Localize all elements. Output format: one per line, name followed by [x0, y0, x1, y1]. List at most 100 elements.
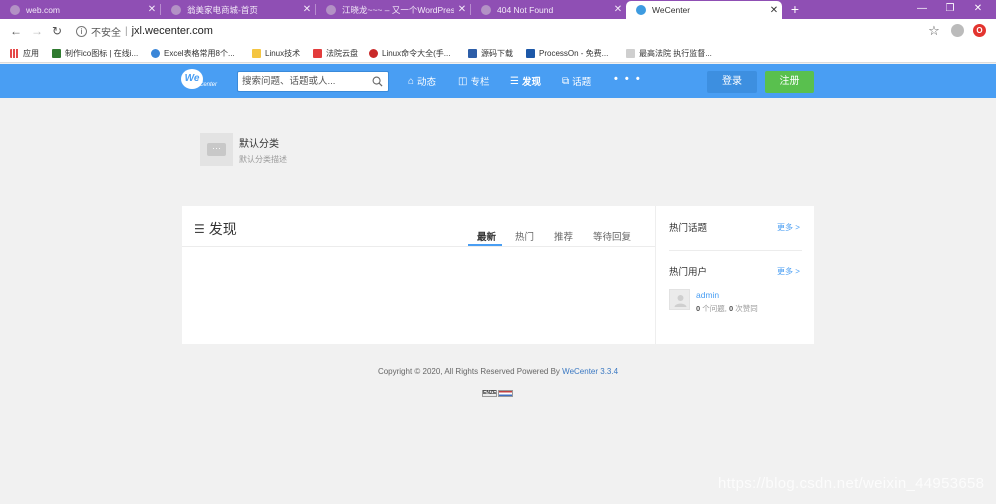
tab-recommended[interactable]: 推荐 [554, 229, 573, 243]
divider [182, 246, 655, 247]
sidebar: 热门话题 更多 > 热门用户 更多 > admin 0 个问题, 0 次赞同 [655, 206, 814, 344]
bookmark-label: 最高法院 执行监督... [639, 48, 712, 58]
bookmark-item[interactable]: Linux命令大全(手... [369, 46, 450, 60]
watermark: https://blog.csdn.net/weixin_44953658 [718, 475, 985, 492]
bookmark-favicon-icon [313, 48, 322, 58]
bookmark-label: 制作ico图标 | 在线i... [65, 48, 139, 58]
bookmark-item[interactable]: ProcessOn - 免费... [526, 46, 608, 60]
user-stats: 0 个问题, 0 次赞同 [696, 303, 758, 314]
nav-item-topic[interactable]: ⧉ 话题 [562, 64, 591, 98]
bookmark-label: Linux命令大全(手... [382, 48, 451, 58]
register-button[interactable]: 注册 [765, 71, 814, 93]
close-tab-icon[interactable]: ✕ [144, 4, 160, 15]
category-title[interactable]: 默认分类 [239, 135, 279, 150]
new-tab-button[interactable]: + [786, 0, 804, 19]
globe-icon [171, 4, 181, 15]
reload-icon[interactable]: ↻ [49, 23, 65, 39]
nav-label: 动态 [417, 77, 437, 88]
close-window-button[interactable]: ✕ [964, 0, 992, 19]
bookmark-item[interactable]: 最高法院 执行监督... [626, 46, 712, 60]
close-tab-icon[interactable]: ✕ [299, 4, 315, 15]
info-icon[interactable]: i [76, 25, 87, 37]
bookmark-label: 应用 [23, 48, 39, 58]
login-button[interactable]: 登录 [707, 71, 757, 93]
column-icon: ◫ [458, 75, 468, 87]
page-title-text: 发现 [208, 221, 237, 237]
tab-title: 江晓龙~~~ – 又一个WordPress [342, 4, 454, 15]
forward-arrow-icon[interactable]: → [29, 23, 45, 39]
browser-tab[interactable]: 404 Not Found ✕ [471, 0, 626, 19]
user-placeholder-icon [674, 295, 687, 307]
bookmark-apps[interactable]: 应用 [10, 46, 39, 60]
globe-icon [10, 4, 20, 15]
search-box [237, 71, 389, 92]
apps-grid-icon [10, 48, 19, 58]
discover-panel: ☰ 发现 最新 热门 推荐 等待回复 热门话题 更多 > 热门用户 更多 > a… [182, 206, 814, 344]
search-input[interactable] [242, 74, 370, 89]
omnibox[interactable]: i 不安全 | jxl.wecenter.com [76, 24, 213, 39]
profile-avatar-icon[interactable] [951, 24, 964, 37]
tab-title: WeCenter [652, 5, 691, 15]
user-name-link[interactable]: admin [696, 290, 719, 300]
bookmark-item[interactable]: Excel表格常用8个... [151, 46, 235, 60]
copyright-text: Copyright © 2020, All Rights Reserved Po… [377, 367, 560, 376]
bookmark-favicon-icon [526, 48, 535, 58]
bookmark-item[interactable]: 法院云盘 [313, 46, 358, 60]
tab-latest[interactable]: 最新 [477, 229, 496, 243]
browser-tab[interactable]: 翁美家电商城-首页 ✕ [161, 0, 315, 19]
category-icon: ··· [200, 133, 233, 166]
english-flag-icon[interactable]: ENZE [482, 390, 497, 397]
bookmark-favicon-icon [369, 48, 378, 58]
more-menu-button[interactable]: • • • [614, 73, 642, 85]
bookmark-favicon-icon [626, 48, 635, 58]
bookmark-favicon-icon [52, 48, 61, 58]
wecenter-logo[interactable]: We Center [181, 69, 221, 93]
hot-users-more-link[interactable]: 更多 > [777, 266, 800, 277]
bookmark-label: 法院云盘 [326, 48, 358, 58]
close-tab-icon[interactable]: ✕ [454, 4, 470, 15]
category-card[interactable]: ··· 默认分类 默认分类描述 [200, 133, 400, 167]
browser-tab-active[interactable]: WeCenter ✕ [626, 1, 782, 19]
avatar[interactable] [669, 289, 690, 310]
search-icon[interactable] [372, 76, 383, 87]
globe-icon [481, 4, 491, 15]
tab-hot[interactable]: 热门 [515, 229, 534, 243]
hot-topics-more-link[interactable]: 更多 > [777, 222, 800, 233]
home-icon: ⌂ [408, 75, 415, 87]
bookmark-label: ProcessOn - 免费... [539, 48, 609, 58]
nav-label: 专栏 [470, 77, 490, 88]
bookmark-folder[interactable]: Linux技术 [252, 46, 300, 60]
nav-item-column[interactable]: ◫ 专栏 [458, 64, 489, 98]
close-tab-icon[interactable]: ✕ [766, 5, 782, 16]
close-tab-icon[interactable]: ✕ [610, 4, 626, 15]
hot-topics-title: 热门话题 [669, 223, 708, 234]
url-text[interactable]: jxl.wecenter.com [132, 25, 213, 37]
tab-title: web.com [26, 4, 61, 15]
bookmark-item[interactable]: 制作ico图标 | 在线i... [52, 46, 138, 60]
bookmarks-bar: 应用 制作ico图标 | 在线i... Excel表格常用8个... Linux… [0, 43, 996, 63]
flag-icon[interactable] [498, 390, 513, 397]
extension-icon[interactable]: O [973, 24, 986, 37]
bookmark-star-icon[interactable]: ☆ [926, 23, 942, 39]
question-count-label: 个问题, [702, 304, 727, 313]
restore-button[interactable]: ❐ [936, 0, 964, 19]
bookmark-favicon-icon [468, 48, 477, 58]
nav-item-dynamic[interactable]: ⌂ 动态 [408, 64, 436, 98]
category-description: 默认分类描述 [239, 155, 287, 164]
back-arrow-icon[interactable]: ← [8, 23, 24, 39]
like-count-label: 次赞同 [735, 304, 758, 313]
browser-tab[interactable]: web.com ✕ [0, 0, 160, 19]
bookmark-item[interactable]: 源码下载 [468, 46, 513, 60]
nav-item-discover[interactable]: ☰ 发现 [510, 64, 541, 98]
nav-label: 发现 [521, 77, 541, 88]
language-switcher: ENZE [482, 390, 513, 397]
product-link[interactable]: WeCenter 3.3.4 [562, 367, 618, 376]
list-icon: ☰ [510, 75, 519, 87]
discover-list: ☰ 发现 最新 热门 推荐 等待回复 [182, 206, 655, 344]
like-count: 0 [728, 304, 734, 313]
tab-title: 翁美家电商城-首页 [187, 4, 258, 15]
minimize-button[interactable]: — [908, 0, 936, 19]
browser-tab[interactable]: 江晓龙~~~ – 又一个WordPress ✕ [316, 0, 470, 19]
tab-awaiting-reply[interactable]: 等待回复 [593, 229, 631, 243]
question-count: 0 [696, 304, 701, 313]
